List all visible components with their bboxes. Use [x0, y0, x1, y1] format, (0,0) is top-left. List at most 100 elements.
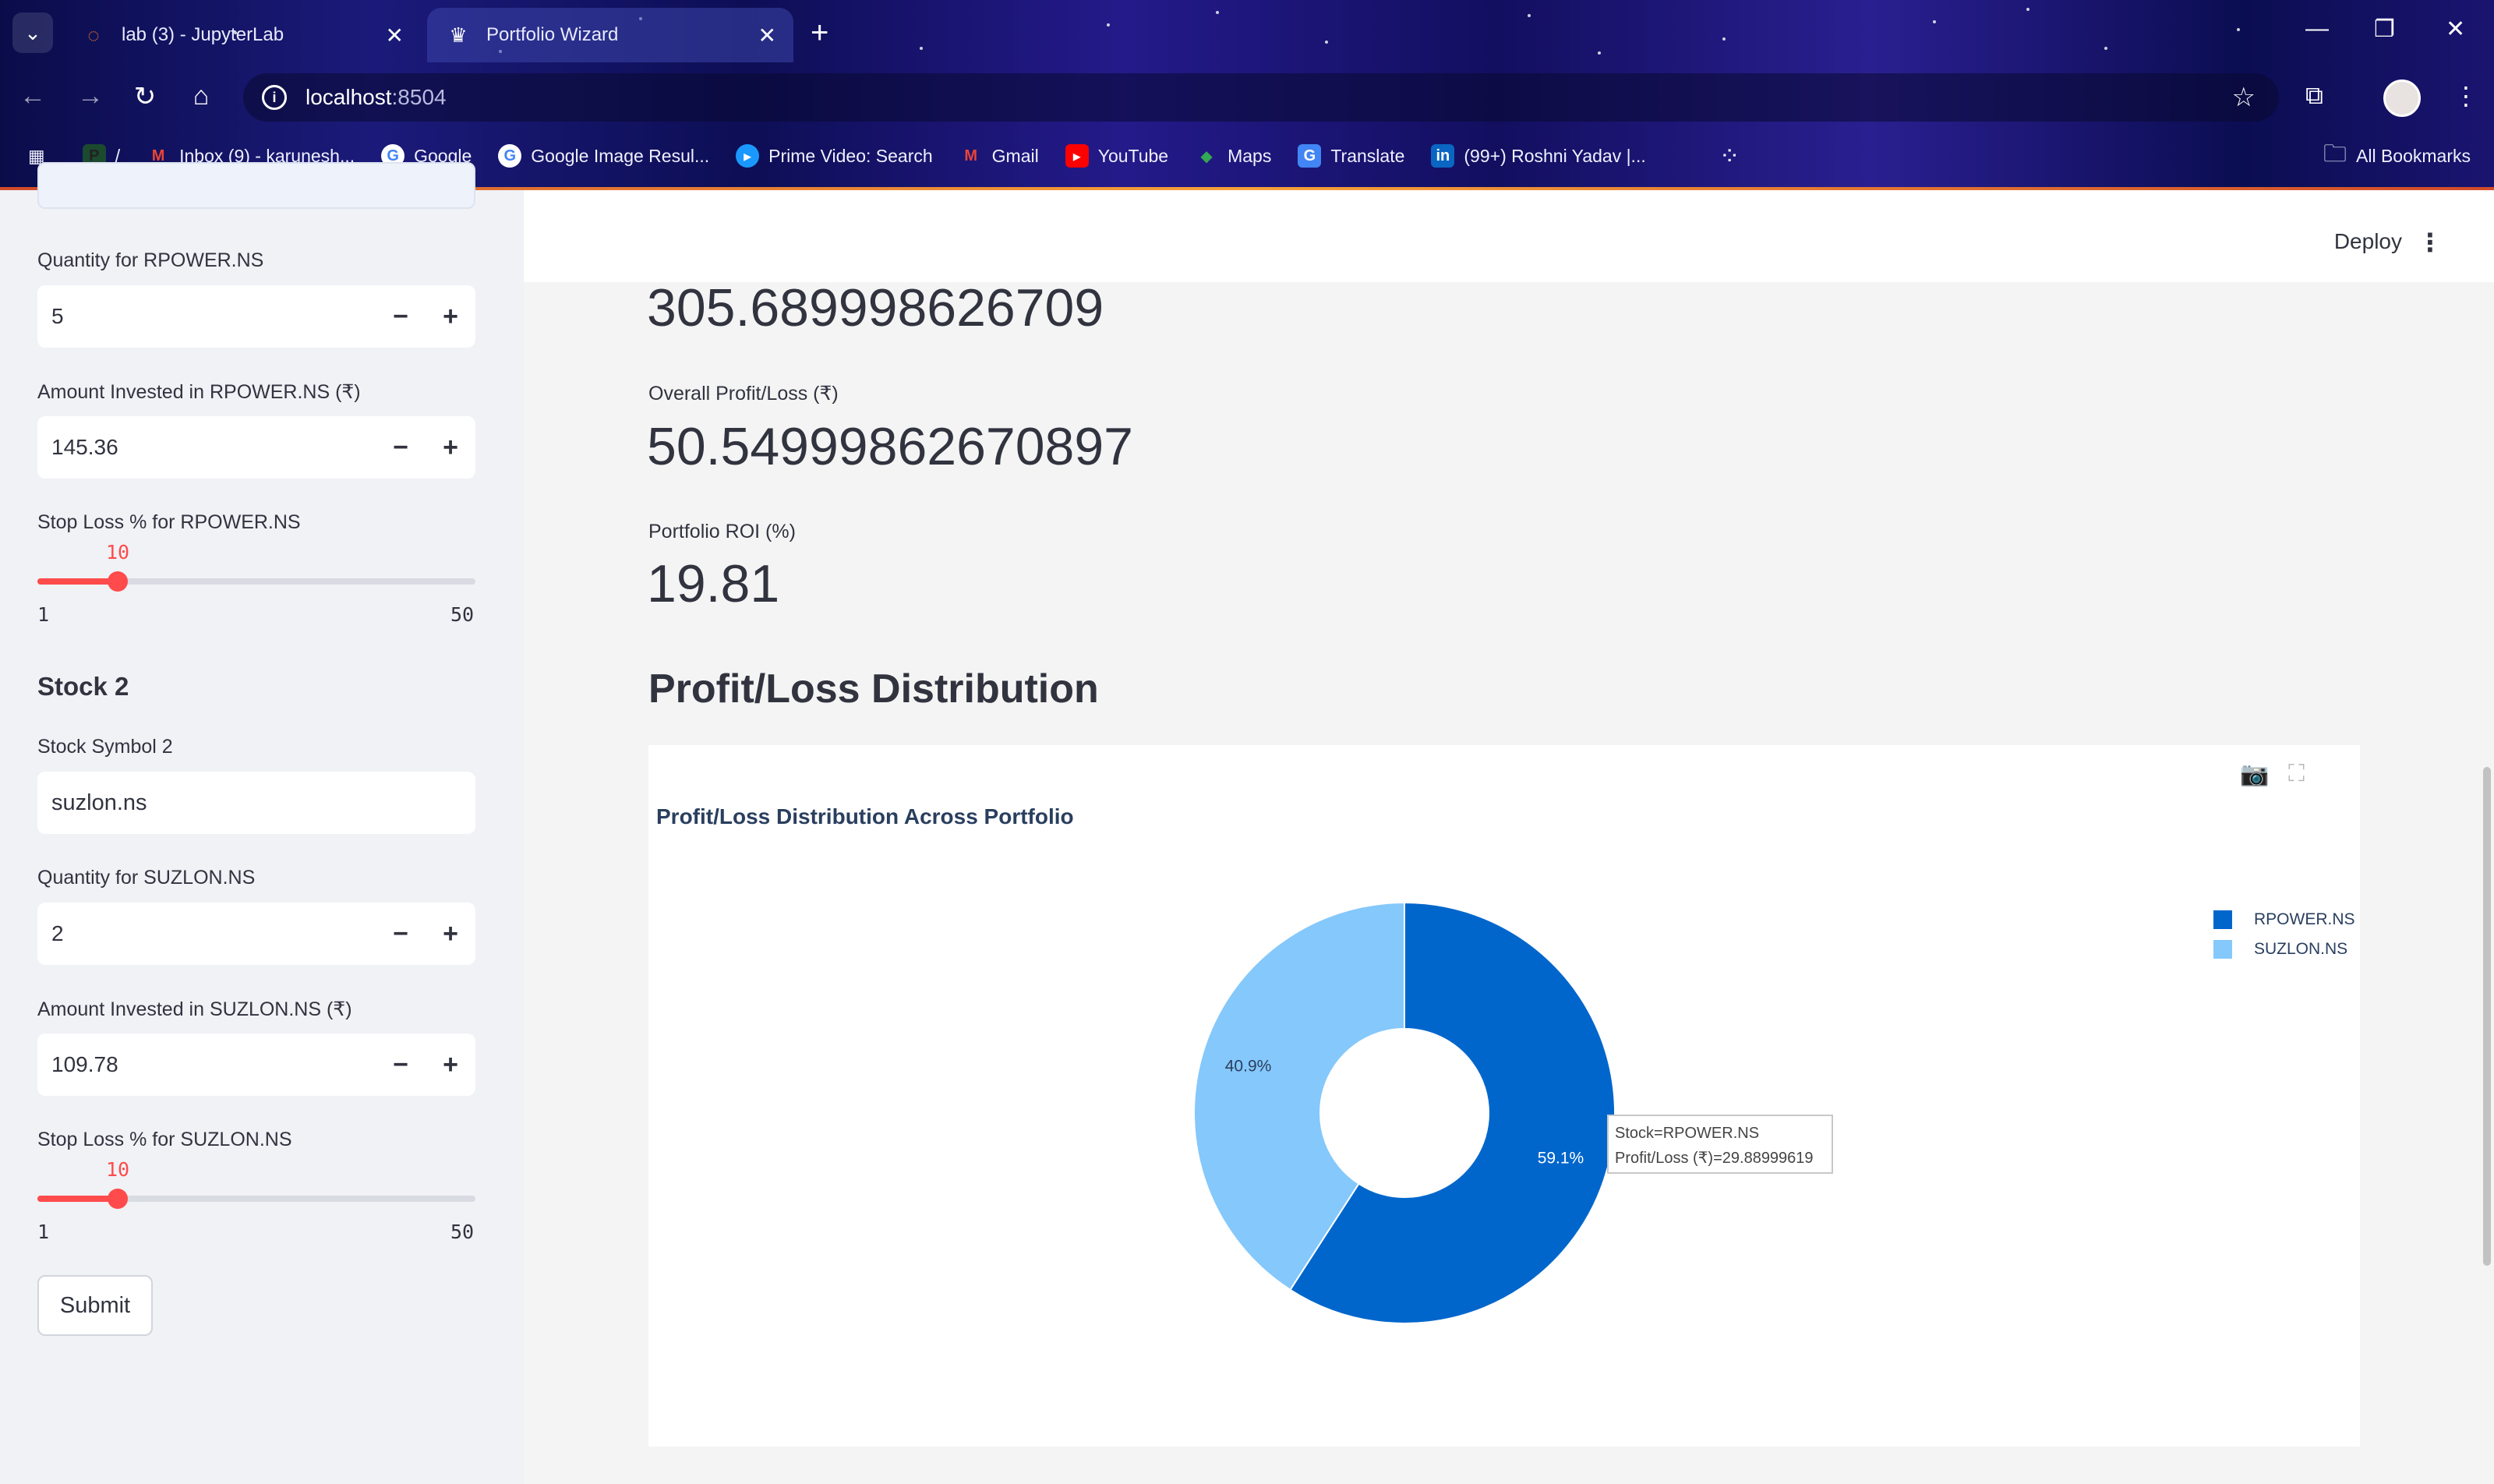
app-header: Deploy ⋮ — [524, 190, 2494, 282]
quantity-input-2[interactable]: 2 − + — [37, 903, 475, 965]
legend-swatch — [2213, 940, 2232, 959]
legend-swatch — [2213, 910, 2232, 929]
symbol-value-2: suzlon.ns — [51, 790, 147, 815]
stoploss-slider-1[interactable] — [37, 571, 475, 592]
url-port: :8504 — [391, 85, 447, 109]
close-icon[interactable]: ✕ — [758, 23, 776, 48]
forward-icon[interactable]: → — [73, 81, 108, 111]
url-host: localhost — [306, 85, 392, 109]
roi-value: 19.81 — [647, 554, 780, 613]
sidebar: Quantity for RPOWER.NS 5 − + Amount Inve… — [0, 162, 524, 1484]
decrement-button[interactable]: − — [376, 433, 426, 463]
stoploss-min-1: 1 — [37, 603, 50, 626]
quantity-value-1: 5 — [51, 304, 64, 328]
stock-2-heading: Stock 2 — [37, 672, 129, 701]
bookmark-linkedin[interactable]: in (99+) Roshni Yadav |... — [1431, 144, 1646, 168]
all-bookmarks[interactable]: 🗀 All Bookmarks — [2323, 136, 2471, 176]
stoploss-slider-2[interactable] — [37, 1189, 475, 1209]
legend-item-suzlon[interactable]: SUZLON.NS — [2213, 940, 2347, 959]
star-decoration — [1598, 51, 1601, 55]
metric-top-value: 305.689998626709 — [647, 278, 1104, 337]
bookmark-google-images[interactable]: G Google Image Resul... — [498, 144, 709, 168]
tab-title: Portfolio Wizard — [486, 24, 619, 45]
tab-portfolio-wizard[interactable]: ♛ Portfolio Wizard ✕ — [427, 8, 793, 62]
slider-thumb[interactable] — [108, 571, 128, 592]
stock-symbol-2-input[interactable]: suzlon.ns — [37, 772, 475, 834]
amount-input-1[interactable]: 145.36 − + — [37, 416, 475, 479]
amount-value-2: 109.78 — [51, 1052, 118, 1076]
star-decoration — [1933, 20, 1936, 23]
overall-pl-label: Overall Profit/Loss (₹) — [648, 383, 839, 405]
quantity-input-1[interactable]: 5 − + — [37, 285, 475, 348]
pie-svg: 59.1% 40.9% — [1193, 901, 1616, 1324]
decrement-button[interactable]: − — [376, 1050, 426, 1080]
stoploss-max-1: 50 — [450, 603, 475, 626]
reload-icon[interactable]: ↻ — [128, 81, 162, 112]
scrollbar-thumb[interactable] — [2483, 767, 2491, 1266]
extensions-icon[interactable]: ⧉ — [2305, 81, 2323, 111]
stoploss-label-1: Stop Loss % for RPOWER.NS — [37, 511, 301, 533]
increment-button[interactable]: + — [426, 302, 475, 332]
bookmark-prime-video[interactable]: ▸ Prime Video: Search — [736, 144, 933, 168]
star-decoration — [1107, 23, 1110, 26]
decrement-button[interactable]: − — [376, 302, 426, 332]
increment-button[interactable]: + — [426, 433, 475, 463]
new-tab-button[interactable]: + — [811, 16, 828, 51]
bookmark-star-icon[interactable]: ☆ — [2232, 82, 2256, 113]
quantity-value-2: 2 — [51, 921, 64, 945]
star-decoration — [1216, 11, 1219, 14]
maps-icon: ◆ — [1200, 147, 1213, 165]
tab-title: lab (3) - JupyterLab — [122, 24, 284, 45]
restore-icon[interactable]: ❐ — [2374, 16, 2395, 43]
bookmark-youtube[interactable]: ▸ YouTube — [1065, 144, 1168, 168]
home-icon[interactable]: ⌂ — [184, 81, 218, 111]
increment-button[interactable]: + — [426, 1050, 475, 1080]
linkedin-icon: in — [1431, 144, 1455, 168]
stoploss-min-2: 1 — [37, 1221, 50, 1243]
back-icon[interactable]: ← — [16, 81, 50, 111]
quantity-label-2: Quantity for SUZLON.NS — [37, 867, 256, 889]
site-info-icon[interactable]: i — [262, 85, 287, 110]
slice-percent-label: 59.1% — [1538, 1150, 1584, 1168]
legend-item-rpower[interactable]: RPOWER.NS — [2213, 910, 2355, 929]
decrement-button[interactable]: − — [376, 919, 426, 949]
amount-input-2[interactable]: 109.78 − + — [37, 1034, 475, 1096]
increment-button[interactable]: + — [426, 919, 475, 949]
profile-avatar[interactable] — [2383, 80, 2421, 117]
folder-icon: 🗀 — [2323, 140, 2347, 167]
slider-thumb[interactable] — [108, 1189, 128, 1209]
slice-percent-label: 40.9% — [1225, 1057, 1272, 1075]
star-decoration — [1722, 37, 1726, 41]
stoploss-value-1: 10 — [106, 541, 130, 564]
stock-symbol-1-input-partial[interactable] — [37, 162, 475, 209]
submit-button[interactable]: Submit — [37, 1275, 153, 1336]
blob-icon: ⁘ — [1719, 142, 1740, 170]
tooltip-line-1: Stock=RPOWER.NS — [1615, 1125, 1760, 1142]
quantity-label-1: Quantity for RPOWER.NS — [37, 249, 264, 271]
jupyter-icon: ◌ — [87, 23, 100, 47]
browser-toolbar: ← → ↻ ⌂ i localhost:8504 ☆ ⧉ ⋮ — [0, 70, 2494, 125]
youtube-icon: ▸ — [1065, 144, 1089, 168]
window-close-icon[interactable]: ✕ — [2446, 16, 2465, 43]
pie-chart: 📷 ⛶ Profit/Loss Distribution Across Port… — [648, 745, 2360, 1447]
bookmark-maps[interactable]: ◆ Maps — [1195, 144, 1271, 168]
address-bar[interactable]: i localhost:8504 ☆ — [243, 73, 2279, 122]
legend-label: SUZLON.NS — [2254, 940, 2348, 958]
tab-jupyterlab[interactable]: ◌ lab (3) - JupyterLab ✕ — [62, 8, 421, 62]
scrollbar[interactable] — [2482, 572, 2494, 1274]
bookmark-translate[interactable]: G Translate — [1298, 144, 1404, 168]
deploy-button[interactable]: Deploy — [2334, 229, 2402, 254]
bookmark-gmail[interactable]: M Gmail — [959, 144, 1038, 168]
amount-value-1: 145.36 — [51, 435, 118, 459]
stoploss-max-2: 50 — [450, 1221, 475, 1243]
close-icon[interactable]: ✕ — [386, 23, 404, 48]
stoploss-label-2: Stop Loss % for SUZLON.NS — [37, 1129, 292, 1150]
star-decoration — [1325, 41, 1328, 44]
tab-search-button[interactable]: ⌄ — [12, 12, 53, 53]
hover-tooltip: Stock=RPOWER.NS Profit/Loss (₹)=29.88999… — [1607, 1115, 1833, 1174]
minimize-icon[interactable]: — — [2305, 16, 2329, 42]
menu-kebab-icon[interactable]: ⋮ — [2453, 81, 2478, 111]
app-menu-icon[interactable]: ⋮ — [2418, 228, 2443, 257]
symbol-label-2: Stock Symbol 2 — [37, 736, 173, 758]
stoploss-value-2: 10 — [106, 1158, 130, 1181]
